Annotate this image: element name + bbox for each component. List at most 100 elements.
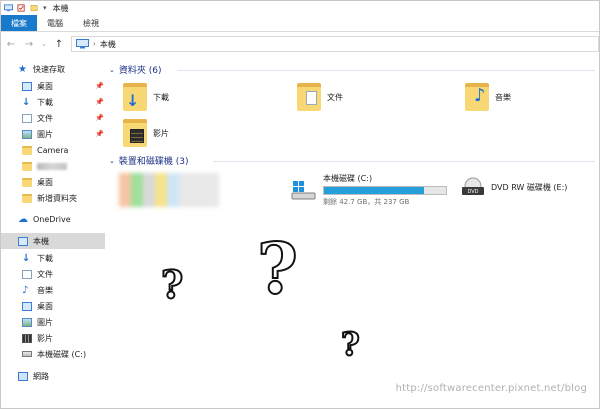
blurred-device-image [119, 173, 219, 207]
sidebar-item-documents[interactable]: 文件 📌 [1, 110, 105, 126]
desktop-icon [22, 301, 32, 311]
sidebar-item-desktop-folder[interactable]: 桌面 [1, 174, 105, 190]
sidebar-item-pc-desktop[interactable]: 桌面 [1, 298, 105, 314]
sidebar-item-pc-videos[interactable]: 影片 [1, 330, 105, 346]
folder-label: 文件 [327, 92, 343, 102]
sidebar-item-pc-documents[interactable]: 文件 [1, 266, 105, 282]
navigation-pane: ★ 快速存取 桌面 📌 ↓ 下載 📌 文件 📌 圖片 📌 Camera 桌面 新… [1, 59, 105, 408]
group-header-devices[interactable]: ⌄ 裝置和磁碟機 (3) [109, 154, 189, 168]
sidebar-item-label: 圖片 [37, 317, 53, 327]
drive-free-space: 剩餘 42.7 GB，共 237 GB [323, 198, 410, 206]
forward-arrow-icon[interactable]: → [23, 39, 35, 50]
download-icon: ↓ [22, 252, 31, 264]
address-bar[interactable]: › 本機 [71, 36, 599, 52]
title-bar: ▾ 本機 [1, 1, 599, 15]
device-tile-drive-e[interactable]: DVD DVD RW 磁碟機 (E:) [461, 177, 567, 197]
sidebar-item-blurred-folder[interactable] [1, 158, 105, 174]
documents-icon [22, 113, 32, 123]
sidebar-item-label: 桌面 [37, 301, 53, 311]
breadcrumb-this-pc[interactable]: 本機 [100, 39, 116, 50]
documents-icon [22, 269, 32, 279]
sidebar-item-pc-music[interactable]: ♪ 音樂 [1, 282, 105, 298]
sidebar-item-label: 桌面 [37, 81, 53, 91]
sidebar-item-label: 音樂 [37, 285, 53, 295]
music-folder-icon: ♪ [465, 83, 489, 111]
sidebar-item-desktop[interactable]: 桌面 📌 [1, 78, 105, 94]
navigation-bar: ← → ⌄ ↑ › 本機 [1, 34, 599, 54]
drive-name: DVD RW 磁碟機 (E:) [491, 182, 568, 192]
watermark: http://softwarecenter.pixnet.net/blog [395, 383, 587, 394]
chevron-down-icon: ⌄ [109, 156, 115, 165]
sidebar-item-label: 快速存取 [33, 64, 65, 74]
new-folder-icon[interactable] [30, 4, 39, 12]
sidebar-item-onedrive[interactable]: ☁ OneDrive [1, 211, 105, 227]
sidebar-item-quick-access[interactable]: ★ 快速存取 [1, 61, 105, 77]
download-icon: ↓ [22, 96, 31, 108]
desktop-icon [22, 81, 32, 91]
question-mark-doodle: ? [160, 262, 184, 307]
this-pc-icon [76, 39, 89, 49]
properties-icon[interactable] [17, 4, 26, 12]
sidebar-item-label: 桌面 [37, 177, 53, 187]
sidebar-item-label: 本機 [33, 236, 49, 246]
group-header-folders[interactable]: ⌄ 資料夾 (6) [109, 63, 162, 77]
pin-icon: 📌 [95, 130, 104, 138]
pictures-icon [22, 317, 32, 327]
sidebar-item-label: 網路 [33, 371, 49, 381]
group-header-label: 裝置和磁碟機 (3) [118, 157, 189, 167]
device-tile-drive-c[interactable]: 本機磁碟 (C:) 剩餘 42.7 GB，共 237 GB [291, 173, 447, 207]
pictures-icon [22, 129, 32, 139]
sidebar-item-label: 下載 [37, 97, 53, 107]
sidebar-item-label: 下載 [37, 253, 53, 263]
chevron-down-icon: ⌄ [109, 65, 115, 74]
question-mark-doodle: ? [256, 227, 299, 310]
network-icon [18, 371, 28, 381]
breadcrumb-separator-icon[interactable]: › [93, 40, 96, 48]
quick-access-toolbar-dropdown[interactable]: ▾ [43, 4, 47, 12]
sidebar-item-pc-drive-c[interactable]: 本機磁碟 (C:) [1, 346, 105, 362]
drive-icon [22, 351, 32, 357]
tab-view[interactable]: 檢視 [73, 15, 109, 31]
sidebar-item-label: 新增資料夾 [37, 193, 77, 203]
music-icon: ♪ [22, 284, 29, 296]
folder-icon [22, 193, 32, 203]
drive-usage-fill [324, 187, 425, 194]
this-pc-icon [18, 236, 28, 246]
sidebar-item-downloads[interactable]: ↓ 下載 📌 [1, 94, 105, 110]
recent-locations-chevron-icon[interactable]: ⌄ [38, 40, 50, 48]
tab-file[interactable]: 檔案 [1, 15, 37, 31]
sidebar-item-label: Camera [37, 145, 69, 155]
cloud-icon: ☁ [18, 213, 28, 225]
videos-icon [22, 333, 32, 343]
pin-icon: 📌 [95, 82, 104, 90]
device-tile-blurred[interactable] [119, 173, 219, 207]
folder-tile-videos[interactable]: 影片 [123, 119, 169, 147]
this-pc-icon [4, 4, 13, 12]
folder-tile-music[interactable]: ♪ 音樂 [465, 83, 511, 111]
videos-folder-icon [123, 119, 147, 147]
window-title: 本機 [52, 3, 69, 13]
up-arrow-icon[interactable]: ↑ [53, 39, 65, 50]
sidebar-item-pictures[interactable]: 圖片 📌 [1, 126, 105, 142]
question-mark-doodle: ? [340, 325, 361, 363]
folder-label: 下載 [153, 92, 169, 102]
sidebar-item-network[interactable]: 網路 [1, 368, 105, 384]
sidebar-item-label: OneDrive [33, 214, 71, 224]
folder-label: 影片 [153, 128, 169, 138]
pin-icon: 📌 [95, 98, 104, 106]
sidebar-item-new-folder[interactable]: 新增資料夾 [1, 190, 105, 206]
group-divider [177, 70, 595, 71]
windows-drive-icon [291, 181, 316, 200]
dvd-drive-icon: DVD [462, 177, 484, 195]
sidebar-item-pc-pictures[interactable]: 圖片 [1, 314, 105, 330]
downloads-folder-icon: ↓ [123, 83, 147, 111]
sidebar-item-camera[interactable]: Camera [1, 142, 105, 158]
sidebar-item-this-pc[interactable]: 本機 [1, 233, 105, 249]
documents-folder-icon [297, 83, 321, 111]
back-arrow-icon[interactable]: ← [5, 39, 17, 50]
group-divider [213, 161, 595, 162]
folder-tile-documents[interactable]: 文件 [297, 83, 343, 111]
sidebar-item-pc-downloads[interactable]: ↓ 下載 [1, 250, 105, 266]
tab-computer[interactable]: 電腦 [37, 15, 73, 31]
folder-tile-downloads[interactable]: ↓ 下載 [123, 83, 169, 111]
